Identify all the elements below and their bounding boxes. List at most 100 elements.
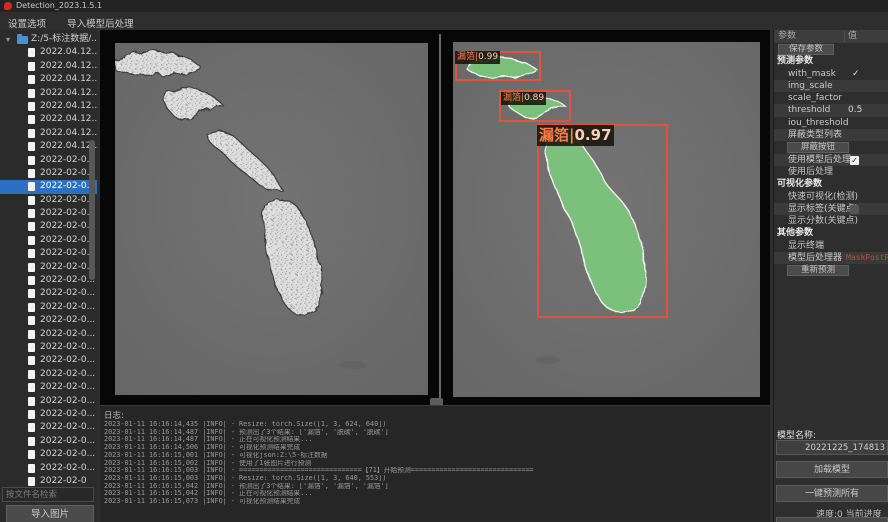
- tree-item[interactable]: 2022.04.12...: [0, 100, 97, 113]
- log-lines: 2023-01-11 16:16:14,435 |INFO| - Resize:…: [104, 421, 764, 506]
- param-button[interactable]: 重新预测: [787, 265, 849, 276]
- splitter-grip[interactable]: [430, 398, 443, 405]
- tree-item[interactable]: 2022-02-0...: [0, 381, 97, 394]
- postprocess-params-button[interactable]: 后处理参数设置: [776, 517, 888, 522]
- search-input[interactable]: [2, 487, 94, 502]
- param-label: img_scale: [788, 80, 833, 92]
- tree-item[interactable]: 2022.04.12...: [0, 127, 97, 140]
- file-icon: [28, 316, 35, 325]
- detection-app-window: Detection_2023.1.5.1 设置选项 导入模型后处理 ▾ Z:/5…: [0, 0, 888, 522]
- tree-item[interactable]: 2022-02-0...: [0, 301, 97, 314]
- file-icon: [28, 102, 35, 111]
- log-line: 2023-01-11 16:16:14,487 |INFO| - 正在可视化预测…: [104, 436, 764, 444]
- checkbox-checked[interactable]: ✓: [852, 68, 860, 80]
- load-model-button[interactable]: 加载模型: [776, 461, 888, 478]
- param-row: 屏蔽类型列表: [774, 129, 888, 141]
- tree-item-label: 2022-02-0...: [40, 314, 95, 327]
- param-column-header: 参数: [778, 30, 796, 43]
- param-label: iou_threshold: [788, 117, 849, 129]
- file-icon: [28, 62, 35, 71]
- param-label: 可视化参数: [777, 178, 822, 190]
- param-button[interactable]: 保存参数: [778, 44, 834, 55]
- tree-item[interactable]: 2022-02-0...: [0, 421, 97, 434]
- tree-item-label: 2022.04.12...: [40, 100, 97, 113]
- file-icon: [28, 169, 35, 178]
- tree-item[interactable]: 2022-02-0...: [0, 408, 97, 421]
- tree-item-label: 2022-02-0...: [40, 167, 95, 180]
- tree-item[interactable]: 2022.04.12...: [0, 140, 97, 153]
- file-icon: [28, 156, 35, 165]
- tree-item[interactable]: 2022-02-0...: [0, 314, 97, 327]
- tree-root-folder[interactable]: ▾ Z:/5-标注数据/...: [0, 33, 97, 46]
- detection-bbox-3: [537, 124, 668, 318]
- tree-root-label: Z:/5-标注数据/...: [31, 33, 97, 46]
- tree-item[interactable]: 2022-02-0...: [0, 462, 97, 475]
- tree-item[interactable]: 2022.04.12...: [0, 60, 97, 73]
- tree-item-label: 2022-02-0...: [40, 448, 95, 461]
- tree-item[interactable]: 2022-02-0...: [0, 194, 97, 207]
- param-row: 使用后处理: [774, 166, 888, 178]
- file-icon: [28, 450, 35, 459]
- tree-item[interactable]: 2022-02-0...: [0, 287, 97, 300]
- file-icon: [28, 182, 35, 191]
- import-images-button[interactable]: 导入图片: [6, 505, 94, 522]
- tree-item[interactable]: 2022.04.12...: [0, 113, 97, 126]
- file-icon: [28, 48, 35, 57]
- tree-item[interactable]: 2022-02-0...: [0, 154, 97, 167]
- file-icon: [28, 303, 35, 312]
- tree-item[interactable]: 2022-02-0...: [0, 167, 97, 180]
- param-row: iou_threshold: [774, 117, 888, 129]
- tree-item[interactable]: 2022.04.12...: [0, 73, 97, 86]
- file-icon: [28, 75, 35, 84]
- tree-item-label: 2022-02-0...: [40, 421, 95, 434]
- tree-item[interactable]: 2022-02-0...: [0, 328, 97, 341]
- caret-down-icon[interactable]: ▾: [6, 33, 10, 46]
- file-icon: [28, 222, 35, 231]
- checkbox-checked[interactable]: ✓: [850, 156, 859, 165]
- predict-all-button[interactable]: 一键预测所有: [776, 485, 888, 502]
- tree-item-label: 2022-02-0...: [40, 368, 95, 381]
- checkbox-unchecked[interactable]: [850, 205, 859, 214]
- tree-item[interactable]: 2022-02-0...: [0, 261, 97, 274]
- tree-item[interactable]: 2022-02-0...: [0, 395, 97, 408]
- param-button[interactable]: 屏蔽按钮: [787, 142, 849, 153]
- tree-item[interactable]: 2022.04.12...: [0, 46, 97, 59]
- source-image-panel[interactable]: [115, 43, 428, 395]
- param-label: 显示终端: [788, 240, 824, 252]
- param-label: threshold: [788, 104, 830, 116]
- log-line: 2023-01-11 16:16:15,002 |INFO| - 使用了1张图片…: [104, 460, 764, 468]
- file-icon: [28, 236, 35, 245]
- tree-item[interactable]: 2022-02-0...: [0, 234, 97, 247]
- file-icon: [28, 209, 35, 218]
- tree-item[interactable]: 2022-02-0...: [0, 435, 97, 448]
- file-tree-panel: ▾ Z:/5-标注数据/... 2022.04.12...2022.04.12.…: [0, 30, 97, 522]
- log-line: 2023-01-11 16:16:15,042 |INFO| - 预测出了3个结…: [104, 483, 764, 491]
- tree-item[interactable]: 2022-02-0...: [0, 220, 97, 233]
- tree-item-label: 2022-02-0...: [40, 408, 95, 421]
- panel-splitter[interactable]: [439, 34, 441, 400]
- detection-label-1: 漏箔|0.99: [455, 51, 500, 64]
- tree-item[interactable]: 2022-02-0...: [0, 180, 97, 193]
- file-icon: [28, 437, 35, 446]
- tree-item-label: 2022.04.12...: [40, 73, 97, 86]
- param-row: 模型后处理器MaskPostPro: [774, 252, 888, 264]
- tree-item[interactable]: 2022-02-0...: [0, 448, 97, 461]
- tree-item[interactable]: 2022-02-0...: [0, 354, 97, 367]
- tree-item-label: 2022-02-0...: [40, 194, 95, 207]
- param-label: 其他参数: [777, 227, 813, 239]
- tree-item[interactable]: 2022-02-0...: [0, 274, 97, 287]
- tree-item[interactable]: 2022-02-0...: [0, 207, 97, 220]
- tree-item[interactable]: 2022-02-0...: [0, 247, 97, 260]
- tree-item[interactable]: 2022.04.12...: [0, 87, 97, 100]
- prediction-image-panel[interactable]: 漏箔|0.99 漏箔|0.89 漏箔|0.97: [453, 42, 760, 397]
- param-label: 预测参数: [777, 55, 813, 67]
- file-icon: [28, 383, 35, 392]
- tree-item-label: 2022-02-0...: [40, 180, 95, 193]
- param-value: 0.5: [848, 104, 862, 116]
- tree-item-label: 2022-02-0...: [40, 261, 95, 274]
- file-icon: [28, 330, 35, 339]
- tree-scrollbar-thumb[interactable]: [89, 140, 95, 280]
- model-name-field[interactable]: 20221225_174813: [776, 440, 888, 455]
- tree-item[interactable]: 2022-02-0...: [0, 341, 97, 354]
- tree-item[interactable]: 2022-02-0...: [0, 368, 97, 381]
